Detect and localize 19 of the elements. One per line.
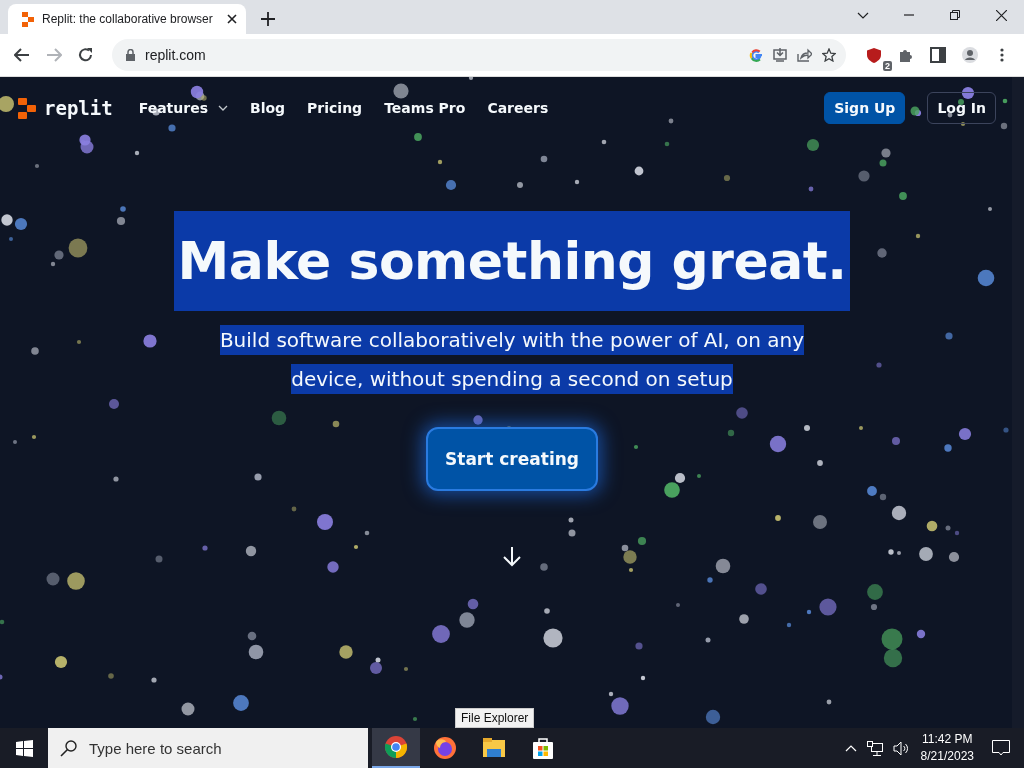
logo-text[interactable]: replit [44, 97, 113, 119]
hero-title: Make something great. [173, 211, 851, 311]
search-placeholder: Type here to search [89, 739, 222, 757]
browser-tab[interactable]: Replit: the collaborative browser [8, 4, 246, 34]
nav-link[interactable]: Pricing [307, 100, 363, 116]
start-creating-button[interactable]: Start creating [426, 427, 598, 491]
log-in-button[interactable]: Log In [927, 92, 996, 124]
url-text: replit.com [145, 47, 207, 63]
count-badge: 2 [883, 61, 892, 71]
sign-up-button[interactable]: Sign Up [824, 92, 906, 124]
nav-link[interactable]: Blog [250, 100, 286, 116]
nav-link[interactable]: Teams Pro [384, 100, 466, 116]
clock[interactable]: 11:42 PM 8/21/2023 [920, 731, 974, 765]
address-bar[interactable]: replit.com [112, 39, 846, 71]
nav-link[interactable]: Features [138, 100, 228, 116]
tab-title: Replit: the collaborative browser [42, 12, 214, 26]
search-field[interactable]: Type here to search [48, 728, 368, 768]
nav-link[interactable]: Careers [487, 100, 549, 116]
tooltip: File Explorer [455, 708, 535, 728]
